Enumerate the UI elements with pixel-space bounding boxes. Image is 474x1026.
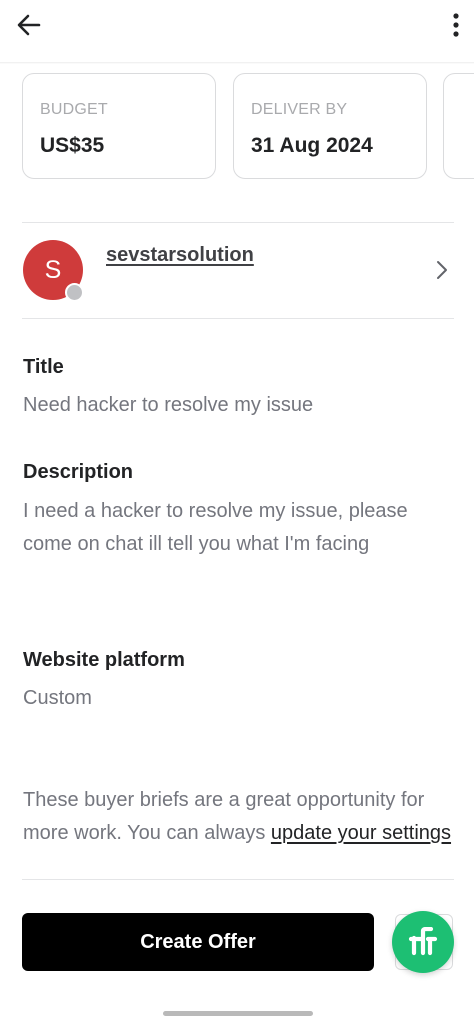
website-platform-heading: Website platform [23, 649, 185, 671]
divider [22, 318, 454, 319]
description-text: I need a hacker to resolve my issue, ple… [23, 500, 408, 555]
brief-summary-cards: BUDGET US$35 DELIVER BY 31 Aug 2024 [0, 73, 474, 181]
title-text: Need hacker to resolve my issue [23, 394, 314, 416]
update-settings-link[interactable]: update your settings [271, 822, 451, 844]
buyer-username[interactable]: sevstarsolution [106, 244, 254, 267]
buyer-briefs-note: These buyer briefs are a great opportuni… [23, 784, 453, 850]
more-card [443, 73, 474, 179]
budget-value: US$35 [40, 134, 105, 157]
chevron-right-icon [437, 261, 447, 279]
title-heading: Title [23, 356, 64, 378]
budget-label: BUDGET [40, 101, 108, 118]
deliver-by-label: DELIVER BY [251, 101, 348, 118]
home-indicator [163, 1011, 313, 1016]
fiverr-fab-button[interactable] [392, 911, 454, 973]
deliver-by-card: DELIVER BY 31 Aug 2024 [233, 73, 427, 179]
divider [22, 222, 454, 223]
status-indicator [65, 283, 84, 302]
divider [22, 879, 454, 880]
top-bar [0, 0, 474, 62]
kebab-vertical-icon [453, 13, 459, 37]
back-button[interactable] [12, 8, 46, 42]
description-heading: Description [23, 461, 134, 483]
buyer-row[interactable]: S sevstarsolution [0, 224, 474, 318]
more-options-button[interactable] [444, 8, 468, 42]
top-bar-shadow [0, 62, 474, 64]
arrow-left-icon [17, 14, 41, 36]
fiverr-logo-icon [408, 927, 438, 956]
website-platform-text: Custom [23, 687, 92, 709]
deliver-by-value: 31 Aug 2024 [251, 134, 373, 157]
avatar-initial: S [44, 255, 62, 284]
create-offer-button[interactable]: Create Offer [22, 913, 374, 971]
budget-card: BUDGET US$35 [22, 73, 216, 179]
